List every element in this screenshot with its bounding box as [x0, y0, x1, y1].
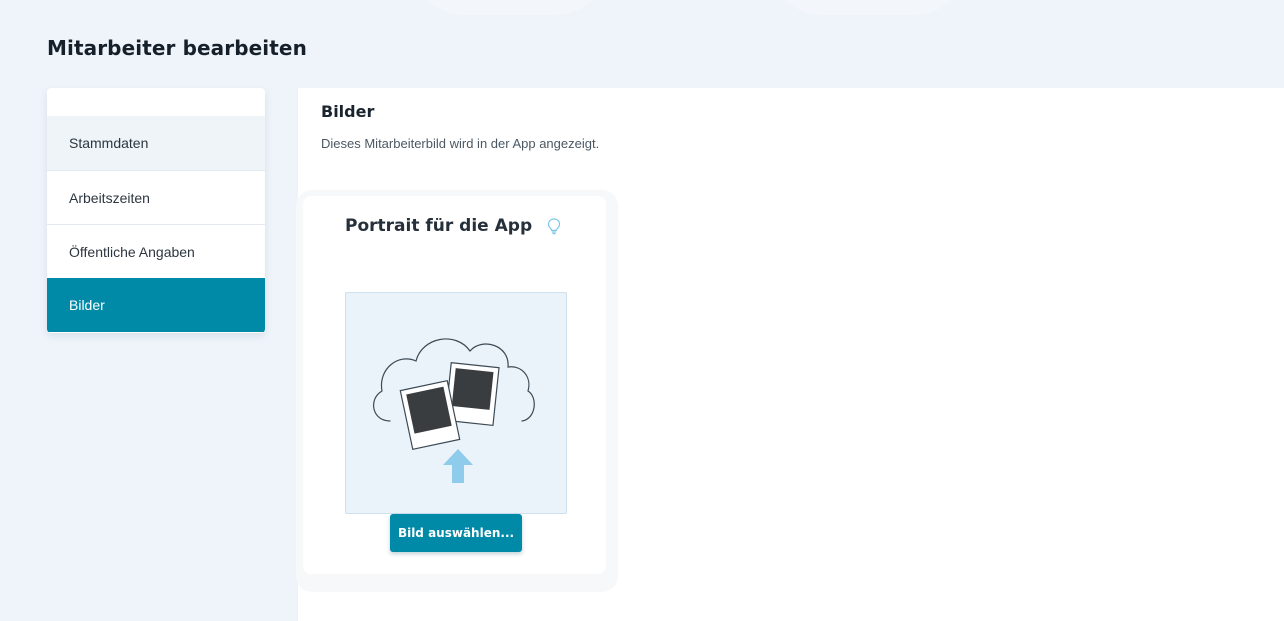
portrait-card: Portrait für die App Bild auswählen... — [303, 196, 606, 574]
section-description: Dieses Mitarbeiterbild wird in der App a… — [321, 136, 600, 151]
sidebar-item-oeffentliche-angaben[interactable]: Öffentliche Angaben — [47, 224, 265, 278]
sidebar-item-bilder[interactable]: Bilder — [47, 278, 265, 332]
image-dropzone[interactable] — [345, 292, 567, 514]
section-title: Bilder — [321, 102, 375, 121]
sidebar-item-arbeitszeiten[interactable]: Arbeitszeiten — [47, 170, 265, 224]
content-panel: Bilder Dieses Mitarbeiterbild wird in de… — [296, 88, 1284, 621]
header-decoration — [410, 0, 610, 15]
select-image-button[interactable]: Bild auswählen... — [390, 514, 522, 552]
sidebar-item-stammdaten[interactable]: Stammdaten — [47, 116, 265, 170]
lightbulb-icon[interactable] — [546, 217, 562, 235]
portrait-card-frame: Portrait für die App Bild auswählen... — [296, 190, 618, 592]
sidebar-nav: Stammdaten Arbeitszeiten Öffentliche Ang… — [47, 88, 265, 333]
photo-upload-cloud-icon — [373, 338, 535, 483]
card-title: Portrait für die App — [345, 216, 533, 236]
page: Mitarbeiter bearbeiten Stammdaten Arbeit… — [0, 0, 1284, 621]
header-decoration — [768, 0, 968, 15]
card-header: Portrait für die App — [345, 216, 562, 236]
page-title: Mitarbeiter bearbeiten — [47, 36, 307, 60]
